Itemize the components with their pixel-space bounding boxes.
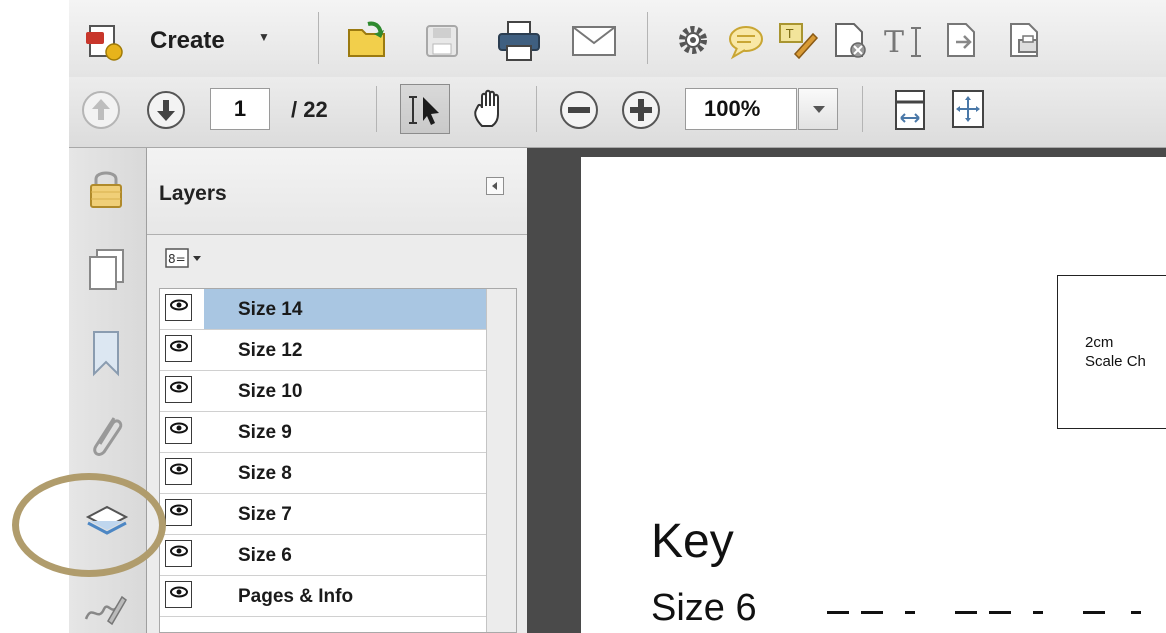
- svg-text:T: T: [785, 27, 794, 41]
- eye-icon[interactable]: [165, 540, 192, 567]
- key-line-dash: [905, 611, 915, 614]
- eye-icon[interactable]: [165, 417, 192, 444]
- layer-row[interactable]: Size 9: [160, 412, 487, 453]
- previous-page-icon[interactable]: [80, 89, 122, 131]
- layer-row[interactable]: Size 14: [160, 289, 487, 330]
- layers-panel-header: Layers: [147, 148, 527, 235]
- sign-icon[interactable]: T: [777, 20, 819, 60]
- layer-label: Size 7: [238, 504, 292, 525]
- layer-row[interactable]: Size 10: [160, 371, 487, 412]
- key-line-dash: [1131, 611, 1141, 614]
- toolbar-separator: [536, 86, 537, 132]
- key-line-dash: [1083, 611, 1105, 614]
- zoom-dropdown-button[interactable]: [798, 88, 838, 130]
- scale-check-text: 2cm Scale Ch: [1085, 334, 1146, 370]
- hand-tool-icon[interactable]: [468, 86, 512, 132]
- eye-icon[interactable]: [165, 294, 192, 321]
- toolbar-separator: [376, 86, 377, 132]
- next-page-icon[interactable]: [145, 89, 187, 131]
- eye-icon[interactable]: [165, 458, 192, 485]
- layer-row[interactable]: Size 12: [160, 330, 487, 371]
- layer-label: Pages & Info: [238, 586, 354, 607]
- zoom-in-icon[interactable]: [620, 89, 662, 131]
- email-icon[interactable]: [571, 25, 619, 59]
- layers-list-scrollbar[interactable]: [486, 289, 516, 632]
- layer-label: Size 10: [238, 381, 303, 402]
- layer-row[interactable]: Size 7: [160, 494, 487, 535]
- print-production-icon[interactable]: [1005, 20, 1047, 62]
- key-size-label: Size 6: [651, 587, 757, 629]
- select-cursor-icon: [409, 96, 439, 125]
- key-line-dash: [861, 611, 883, 614]
- zoom-input[interactable]: 100%: [685, 88, 797, 130]
- key-line-dash: [827, 611, 849, 614]
- attachments-icon[interactable]: [86, 410, 128, 468]
- signatures-icon[interactable]: [82, 587, 128, 629]
- open-folder-icon[interactable]: [346, 20, 392, 60]
- comment-icon[interactable]: [727, 24, 767, 60]
- layer-label: Size 14: [238, 299, 303, 320]
- eye-icon[interactable]: [165, 335, 192, 362]
- text-tool-icon[interactable]: T: [882, 24, 932, 60]
- toolbar-separator: [647, 12, 648, 64]
- layers-icon[interactable]: [80, 497, 134, 543]
- document-page[interactable]: Key Size 6: [581, 157, 1166, 633]
- page-total-label: / 22: [291, 97, 328, 122]
- svg-text:T: T: [884, 25, 904, 60]
- create-icon[interactable]: [84, 22, 126, 62]
- export-icon[interactable]: [942, 20, 984, 62]
- eye-icon[interactable]: [165, 499, 192, 526]
- collapse-panel-button[interactable]: [486, 177, 504, 195]
- select-tool-button[interactable]: [400, 84, 450, 134]
- layer-label: Size 6: [238, 545, 292, 566]
- create-dropdown-arrow[interactable]: ▼: [258, 30, 270, 44]
- svg-text:8=: 8=: [168, 252, 186, 266]
- toolbar-separator: [862, 86, 863, 132]
- panel-title: Layers: [159, 182, 227, 205]
- full-screen-icon[interactable]: [950, 88, 988, 132]
- layer-label: Size 12: [238, 340, 303, 361]
- page-thumbnails-icon[interactable]: [85, 246, 129, 294]
- gear-icon[interactable]: [675, 22, 713, 60]
- page-number-input[interactable]: 1: [210, 88, 270, 130]
- document-tool-icon[interactable]: [830, 20, 870, 62]
- create-button[interactable]: Create: [150, 27, 225, 55]
- layer-row[interactable]: Size 6: [160, 535, 487, 576]
- layer-label: Size 8: [238, 463, 292, 484]
- key-line-dash: [955, 611, 977, 614]
- zoom-out-icon[interactable]: [558, 89, 600, 131]
- bookmarks-icon[interactable]: [88, 328, 126, 380]
- lock-icon[interactable]: [86, 167, 126, 211]
- key-line-dash: [1033, 611, 1043, 614]
- toolbar-separator: [318, 12, 319, 64]
- layer-options-icon[interactable]: 8=: [165, 248, 205, 268]
- save-icon[interactable]: [423, 22, 463, 62]
- eye-icon[interactable]: [165, 581, 192, 608]
- key-heading: Key: [651, 515, 734, 568]
- layer-label: Size 9: [238, 422, 292, 443]
- fit-page-icon[interactable]: [893, 88, 929, 132]
- layer-row[interactable]: Pages & Info: [160, 576, 487, 617]
- layers-panel: Layers 8= Size 14 Size 12 Size 10 Size 9 Siz…: [147, 148, 527, 633]
- layers-list: Size 14 Size 12 Size 10 Size 9 Size 8 Size 7 S…: [159, 288, 517, 633]
- layer-row[interactable]: Size 8: [160, 453, 487, 494]
- navigation-pane-rail: [69, 148, 147, 633]
- print-icon[interactable]: [496, 20, 544, 64]
- key-line-dash: [989, 611, 1011, 614]
- eye-icon[interactable]: [165, 376, 192, 403]
